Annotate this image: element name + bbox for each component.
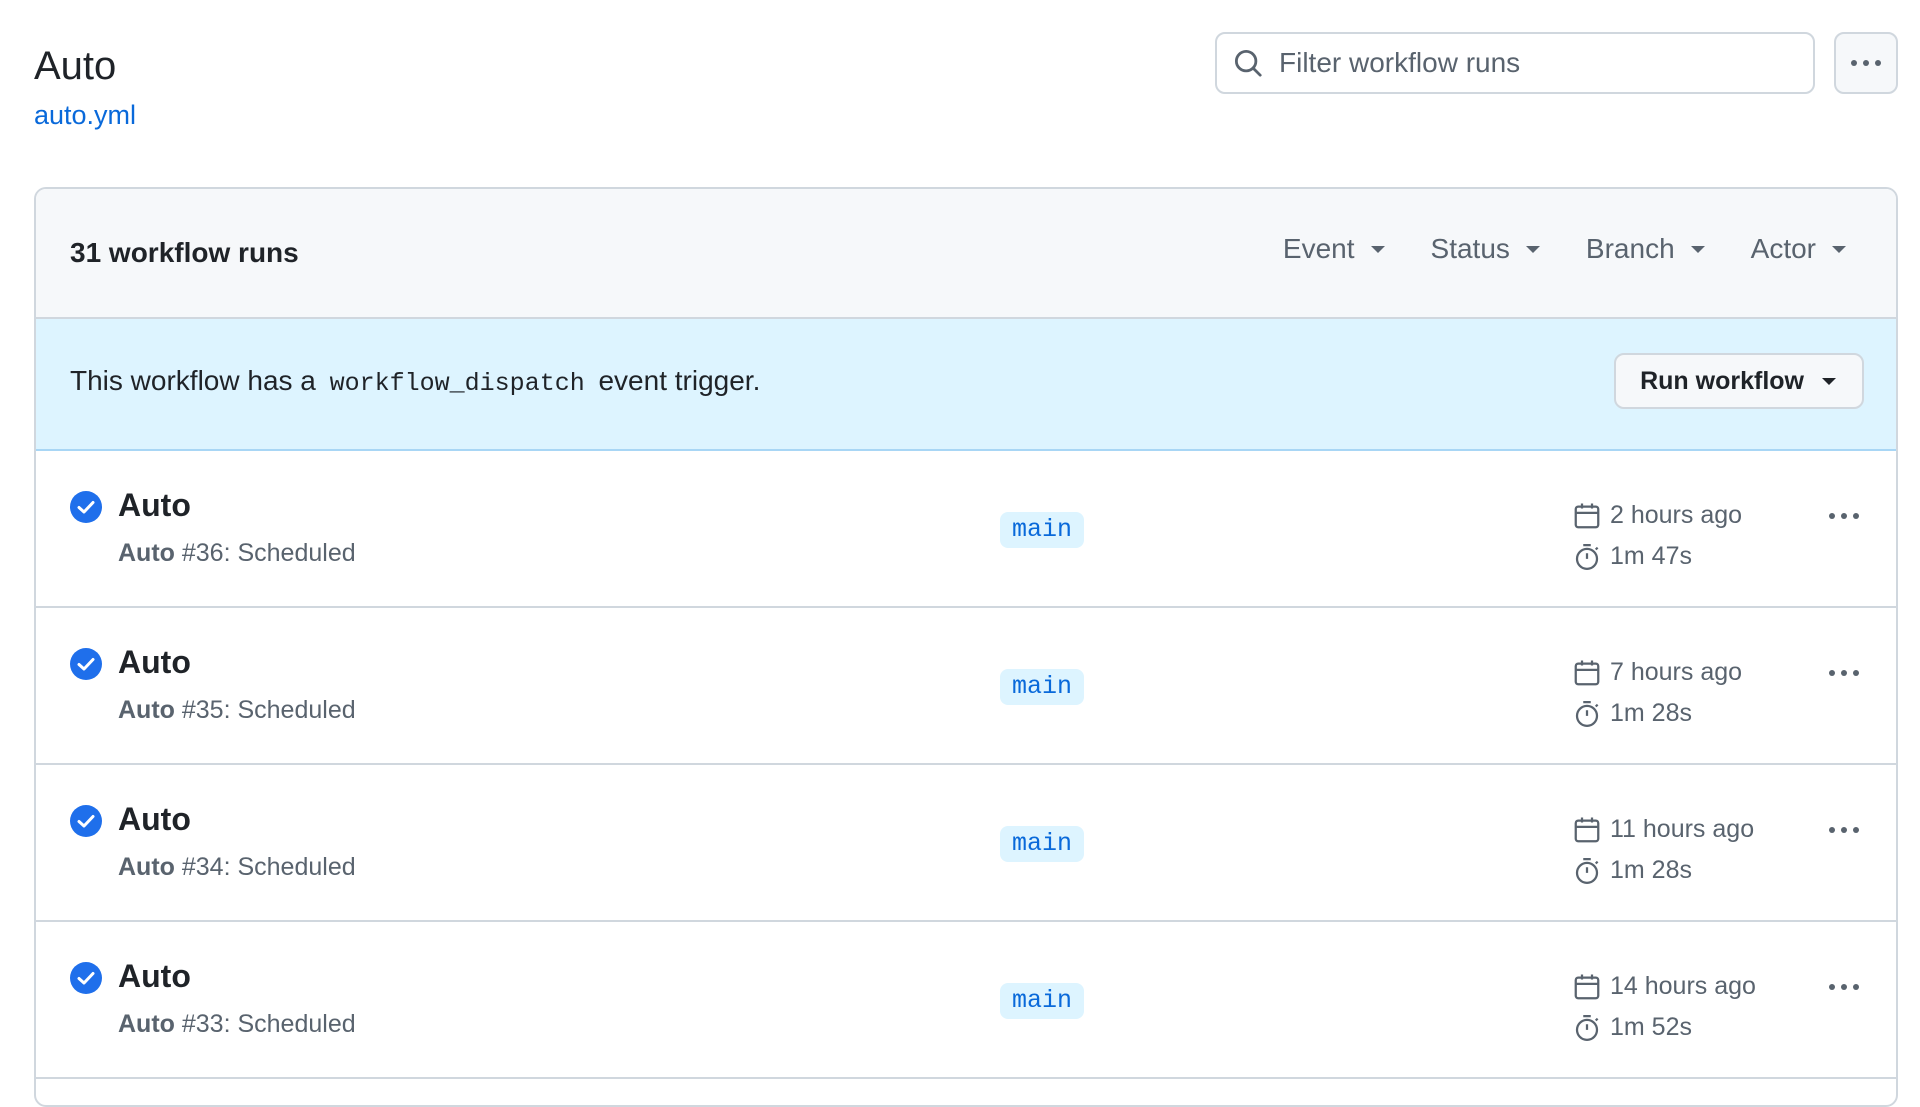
filter-label: Branch (1585, 233, 1675, 264)
run-duration: 1m 47s (1610, 542, 1692, 570)
run-duration: 1m 52s (1610, 1013, 1692, 1041)
check-circle-icon (70, 648, 102, 680)
table-row[interactable]: Auto Auto #33: Scheduled main 14 hours a… (36, 922, 1896, 1079)
stopwatch-icon (1575, 700, 1599, 727)
check-circle-icon (70, 805, 102, 837)
branch-label[interactable]: main (1000, 669, 1085, 705)
run-subtitle: Auto #35: Scheduled (118, 696, 356, 725)
filter-search-box[interactable] (1215, 32, 1815, 94)
branch-label[interactable]: main (1000, 512, 1085, 548)
run-meta: 2 hours ago 1m 47s (1572, 495, 1742, 577)
run-count: 31 workflow runs (70, 237, 299, 268)
run-title[interactable]: Auto (118, 958, 191, 995)
run-time-ago: 14 hours ago (1610, 972, 1756, 1000)
dispatch-banner: This workflow has a workflow_dispatch ev… (36, 319, 1896, 451)
calendar-icon (1574, 817, 1600, 842)
run-workflow-name: Auto (118, 1010, 175, 1038)
kebab-horizontal-icon[interactable] (1826, 668, 1862, 678)
more-options-button[interactable] (1834, 32, 1898, 94)
workflow-runs-box: 31 workflow runs Event Status Branch Act… (34, 187, 1898, 1107)
run-number: #34: Scheduled (174, 853, 356, 881)
caret-down-icon (1690, 245, 1705, 253)
branch-label[interactable]: main (1000, 826, 1085, 862)
branch-label[interactable]: main (1000, 983, 1085, 1019)
run-workflow-name: Auto (118, 853, 175, 881)
banner-text-after: event trigger. (598, 365, 761, 396)
filter-actor[interactable]: Actor (1751, 233, 1846, 265)
table-row[interactable]: Auto Auto #35: Scheduled main 7 hours ag… (36, 608, 1896, 765)
filter-status[interactable]: Status (1431, 233, 1540, 265)
run-number: #33: Scheduled (174, 1010, 356, 1038)
run-workflow-name: Auto (118, 696, 175, 724)
run-subtitle: Auto #34: Scheduled (118, 853, 356, 882)
run-meta: 11 hours ago 1m 28s (1572, 809, 1754, 891)
runs-header: 31 workflow runs Event Status Branch Act… (36, 189, 1896, 319)
caret-down-icon (1832, 245, 1846, 253)
kebab-horizontal-icon[interactable] (1826, 825, 1862, 835)
banner-code: workflow_dispatch (329, 369, 585, 398)
calendar-icon (1574, 503, 1600, 528)
search-icon (1234, 49, 1262, 77)
caret-down-icon (1370, 245, 1385, 253)
run-duration: 1m 28s (1610, 856, 1692, 884)
filter-label: Status (1430, 233, 1510, 264)
check-circle-icon (70, 962, 102, 994)
kebab-horizontal-icon (1851, 60, 1881, 66)
filter-event[interactable]: Event (1283, 233, 1385, 265)
run-workflow-name: Auto (118, 539, 175, 567)
run-subtitle: Auto #36: Scheduled (118, 539, 356, 568)
stopwatch-icon (1575, 857, 1599, 884)
run-title[interactable]: Auto (118, 801, 191, 838)
banner-text: This workflow has a workflow_dispatch ev… (70, 365, 760, 398)
run-workflow-label: Run workflow (1640, 366, 1804, 395)
run-duration: 1m 28s (1610, 699, 1692, 727)
run-time-ago: 7 hours ago (1610, 658, 1743, 686)
filter-label: Event (1282, 233, 1355, 264)
caret-down-icon (1525, 245, 1540, 253)
stopwatch-icon (1575, 543, 1599, 570)
filter-menus: Event Status Branch Actor (1283, 233, 1846, 265)
table-row[interactable]: Auto Auto #36: Scheduled main 2 hours ag… (36, 451, 1896, 608)
calendar-icon (1574, 660, 1600, 685)
calendar-icon (1574, 974, 1600, 999)
caret-down-icon (1822, 377, 1836, 385)
run-subtitle: Auto #33: Scheduled (118, 1010, 356, 1039)
run-meta: 14 hours ago 1m 52s (1572, 966, 1756, 1048)
kebab-horizontal-icon[interactable] (1826, 982, 1862, 992)
run-meta: 7 hours ago 1m 28s (1572, 652, 1742, 734)
run-title[interactable]: Auto (118, 487, 191, 524)
check-circle-icon (70, 491, 102, 523)
stopwatch-icon (1575, 1014, 1599, 1041)
run-time-ago: 2 hours ago (1610, 501, 1743, 529)
page-title: Auto (34, 44, 117, 88)
workflow-file-link[interactable]: auto.yml (34, 100, 136, 131)
run-title[interactable]: Auto (118, 644, 191, 681)
run-time-ago: 11 hours ago (1610, 815, 1755, 843)
filter-branch[interactable]: Branch (1586, 233, 1705, 265)
run-number: #36: Scheduled (174, 539, 356, 567)
run-workflow-button[interactable]: Run workflow (1614, 353, 1864, 409)
filter-label: Actor (1750, 233, 1816, 264)
run-number: #35: Scheduled (174, 696, 356, 724)
banner-text-before: This workflow has a (70, 365, 316, 396)
table-row[interactable]: Auto Auto #34: Scheduled main 11 hours a… (36, 765, 1896, 922)
kebab-horizontal-icon[interactable] (1826, 511, 1862, 521)
filter-runs-input[interactable] (1277, 46, 1801, 80)
